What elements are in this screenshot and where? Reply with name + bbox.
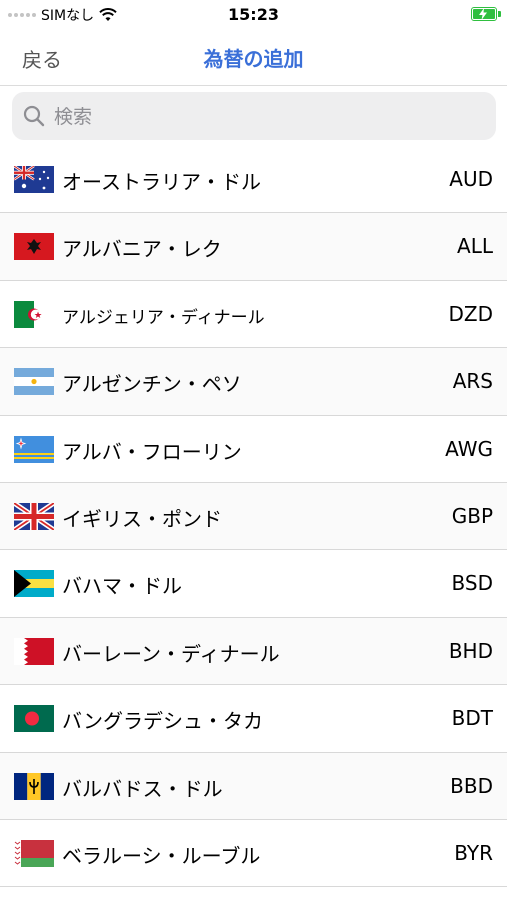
argentina-flag-icon: [14, 368, 54, 396]
search-input[interactable]: [52, 92, 486, 142]
currency-row-byr[interactable]: ベラルーシ・ルーブル BYR: [0, 819, 507, 888]
currency-code: GBP: [451, 503, 493, 528]
currency-name: イギリス・ポンド: [62, 506, 222, 531]
search-icon: [23, 105, 45, 127]
currency-row-all[interactable]: アルバニア・レク ALL: [0, 213, 507, 281]
currency-name: バルバドス・ドル: [62, 776, 223, 801]
algeria-flag-icon: [14, 300, 54, 328]
charging-bolt-icon: [479, 8, 487, 20]
currency-row-bbd[interactable]: バルバドス・ドル BBD: [0, 752, 507, 820]
currency-code: BDT: [451, 706, 493, 731]
battery-fill: [473, 8, 495, 20]
aruba-flag-icon: [14, 435, 54, 463]
currency-row-aud[interactable]: オーストラリア・ドル AUD: [0, 146, 507, 214]
currency-code: AWG: [445, 436, 493, 461]
nav-bar: 戻る 為替の追加: [0, 30, 507, 86]
currency-name: アルバ・フローリン: [62, 439, 242, 464]
australia-flag-icon: [14, 166, 54, 193]
currency-code: BBD: [450, 773, 493, 798]
currency-row-gbp[interactable]: イギリス・ポンド GBP: [0, 482, 507, 551]
currency-code: BYR: [454, 840, 493, 865]
currency-code: ARS: [452, 369, 493, 394]
bahamas-flag-icon: [14, 570, 54, 598]
bangladesh-flag-icon: [14, 705, 54, 733]
status-bar: SIMなし 15:23: [0, 0, 507, 30]
page-title: 為替の追加: [203, 47, 304, 71]
currency-name: ベラルーシ・ルーブル: [62, 843, 261, 868]
currency-row-bhd[interactable]: バーレーン・ディナール BHD: [0, 617, 507, 686]
search-bar: [0, 86, 507, 146]
albania-flag-icon: [14, 233, 54, 261]
belarus-flag-icon: [14, 839, 54, 867]
currency-name: アルゼンチン・ペソ: [62, 372, 242, 397]
currency-code: BSD: [451, 571, 493, 596]
currency-row-bsd[interactable]: バハマ・ドル BSD: [0, 550, 507, 618]
currency-name: バハマ・ドル: [62, 574, 182, 599]
screen: SIMなし 15:23 戻る 為替の追加 検索 オーストラリア・ドル AUD ア…: [0, 0, 507, 900]
status-time: 15:23: [228, 5, 279, 24]
currency-name: バングラデシュ・タカ: [62, 709, 263, 734]
uk-flag-icon: [14, 502, 54, 530]
currency-row-ars[interactable]: アルゼンチン・ペソ ARS: [0, 348, 507, 416]
currency-name: バーレーン・ディナール: [62, 641, 280, 666]
battery-icon: [471, 7, 501, 21]
bahrain-flag-icon: [14, 637, 54, 665]
currency-row-dzd[interactable]: アルジェリア・ディナール DZD: [0, 280, 507, 349]
currency-code: ALL: [457, 234, 493, 259]
currency-name: アルバニア・レク: [62, 237, 222, 262]
currency-row-bdt[interactable]: バングラデシュ・タカ BDT: [0, 685, 507, 753]
currency-name: オーストラリア・ドル: [62, 170, 261, 194]
currency-code: AUD: [449, 167, 493, 191]
currency-row-awg[interactable]: アルバ・フローリン AWG: [0, 415, 507, 483]
currency-code: DZD: [448, 301, 493, 326]
currency-list: オーストラリア・ドル AUD アルバニア・レク ALL アルジェリア・ディナール…: [0, 146, 507, 888]
currency-code: BHD: [448, 638, 493, 663]
search-box[interactable]: [12, 92, 496, 142]
currency-name: アルジェリア・ディナール: [62, 307, 265, 328]
barbados-flag-icon: [14, 772, 54, 800]
